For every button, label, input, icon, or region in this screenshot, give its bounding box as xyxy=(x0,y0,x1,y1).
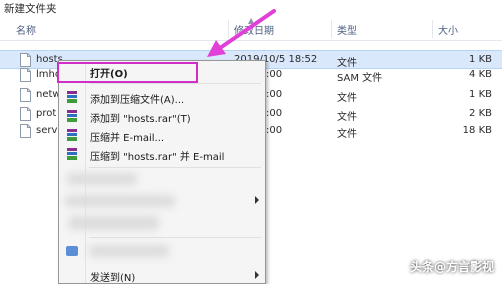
menu-item-add-rar[interactable]: 添加到 "hosts.rar"(T) xyxy=(59,106,265,127)
file-name: servi xyxy=(36,125,61,136)
menu-item-label: 压缩并 E-mail... xyxy=(90,133,165,144)
winrar-icon xyxy=(67,129,77,141)
file-type: SAM 文件 xyxy=(337,73,383,84)
app-icon xyxy=(66,246,78,256)
menu-item-add-archive[interactable]: 添加到压缩文件(A)... xyxy=(59,87,265,108)
winrar-icon xyxy=(67,91,77,103)
column-name[interactable]: 名称 xyxy=(16,22,36,37)
file-size: 4 KB xyxy=(469,69,492,80)
file-type: 文件 xyxy=(337,112,357,123)
column-size[interactable]: 大小 xyxy=(438,22,458,37)
menu-item-obscured[interactable] xyxy=(59,241,265,262)
column-type[interactable]: 类型 xyxy=(337,22,357,37)
menu-separator xyxy=(89,83,261,84)
menu-item-obscured-submenu[interactable] xyxy=(59,191,265,212)
submenu-arrow-icon xyxy=(255,196,259,204)
obscured-label xyxy=(89,245,169,257)
obscured-label xyxy=(67,173,137,185)
menu-item-label: 添加到 "hosts.rar"(T) xyxy=(90,114,191,125)
context-menu: 打开(O) 添加到压缩文件(A)... 添加到 "hosts.rar"(T) 压… xyxy=(57,60,266,284)
winrar-icon xyxy=(67,148,77,160)
column-divider[interactable] xyxy=(432,20,433,38)
menu-item-obscured[interactable] xyxy=(59,213,265,234)
file-icon xyxy=(20,88,31,102)
file-name: prot xyxy=(36,108,57,119)
file-type: 文件 xyxy=(337,93,357,104)
file-icon xyxy=(20,68,31,82)
file-size: 1 KB xyxy=(469,54,492,65)
column-divider[interactable] xyxy=(331,20,332,38)
obscured-label xyxy=(69,216,159,230)
folder-title: 新建文件夹 xyxy=(4,3,57,15)
menu-item-label: 添加到压缩文件(A)... xyxy=(90,95,185,106)
submenu-arrow-icon xyxy=(255,271,259,279)
menu-item-send-to[interactable]: 发送到(N) xyxy=(59,263,265,284)
file-size: 1 KB xyxy=(469,89,492,100)
watermark: 头条@方言影视 xyxy=(409,260,494,274)
file-name: netw xyxy=(36,89,61,100)
menu-item-label: 打开(O) xyxy=(90,69,128,80)
menu-item-label: 压缩到 "hosts.rar" 并 E-mail xyxy=(90,152,225,163)
menu-item-compress-email[interactable]: 压缩并 E-mail... xyxy=(59,125,265,146)
file-icon xyxy=(20,124,31,138)
menu-item-compress-rar-email[interactable]: 压缩到 "hosts.rar" 并 E-mail xyxy=(59,144,265,165)
menu-item-obscured[interactable] xyxy=(59,169,265,190)
file-type: 文件 xyxy=(337,129,357,140)
menu-separator xyxy=(89,167,261,168)
file-size: 2 KB xyxy=(469,108,492,119)
file-icon xyxy=(20,107,31,121)
winrar-icon xyxy=(67,110,77,122)
obscured-label xyxy=(65,195,175,207)
file-icon xyxy=(20,53,31,67)
annotation-arrow-icon xyxy=(207,9,276,57)
file-size: 18 KB xyxy=(462,125,492,136)
menu-separator xyxy=(89,237,261,238)
